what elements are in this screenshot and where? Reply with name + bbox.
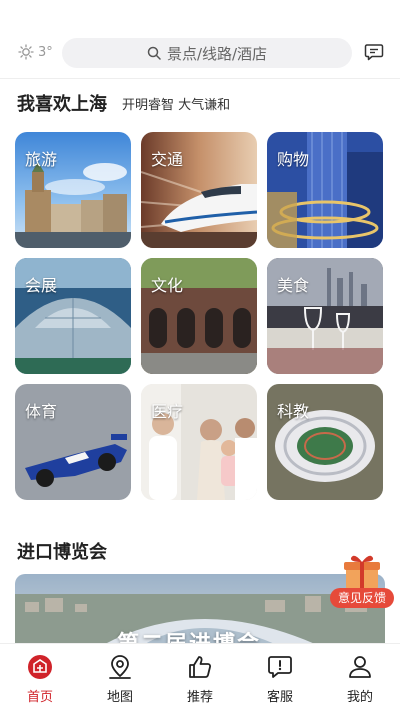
expo-section-title: 进口博览会 [17,542,107,563]
weather-widget[interactable]: 3° [18,44,53,60]
bottom-nav: 首页 地图 推荐 客服 我的 [0,643,400,710]
nav-recommend[interactable]: 推荐 [160,644,240,710]
home-icon [28,655,52,679]
weather-temp: 3° [38,44,53,60]
category-grid: 旅游 交通 购物 会展 文化 美食 体育 医疗 科教 [15,132,385,500]
tile-food[interactable]: 美食 [267,258,383,374]
tile-medical[interactable]: 医疗 [141,384,257,500]
section-subtitle: 开明睿智 大气谦和 [122,98,231,113]
nav-label: 推荐 [186,690,213,705]
tile-label: 体育 [25,402,58,421]
chat-alert-icon [268,656,292,678]
sun-icon [18,44,34,60]
section-title: 我喜欢上海 [17,94,107,115]
header-divider [0,78,400,79]
search-icon [147,46,161,60]
tile-label: 会展 [25,276,58,295]
tile-label: 购物 [277,150,310,169]
top-bar: 3° 景点/线路/酒店 [0,0,400,80]
feedback-label: 意见反馈 [330,588,394,608]
tile-tourism[interactable]: 旅游 [15,132,131,248]
feedback-button[interactable]: 意见反馈 [330,552,394,608]
message-icon[interactable] [364,42,384,62]
map-pin-icon [109,655,131,679]
tile-shopping[interactable]: 购物 [267,132,383,248]
nav-label: 首页 [26,690,53,705]
gift-icon [344,555,380,590]
tile-label: 旅游 [25,150,58,169]
tile-expo[interactable]: 会展 [15,258,131,374]
tile-label: 文化 [151,276,184,295]
nav-label: 地图 [106,690,133,705]
nav-map[interactable]: 地图 [80,644,160,710]
tile-science-education[interactable]: 科教 [267,384,383,500]
nav-label: 我的 [346,690,373,705]
search-placeholder: 景点/线路/酒店 [166,44,268,63]
nav-label: 客服 [266,690,293,705]
tile-transport[interactable]: 交通 [141,132,257,248]
nav-home[interactable]: 首页 [0,644,80,710]
expo-banner-text: 第二届进博会 [117,626,261,644]
search-bar[interactable]: 景点/线路/酒店 [62,38,352,68]
tile-label: 美食 [277,276,310,295]
tile-culture[interactable]: 文化 [141,258,257,374]
nav-profile[interactable]: 我的 [320,644,400,710]
tile-label: 科教 [277,402,310,421]
nav-service[interactable]: 客服 [240,644,320,710]
tile-label: 医疗 [151,402,184,421]
thumbs-up-icon [189,656,212,678]
tile-label: 交通 [151,150,184,169]
user-icon [349,656,371,678]
tile-sports[interactable]: 体育 [15,384,131,500]
